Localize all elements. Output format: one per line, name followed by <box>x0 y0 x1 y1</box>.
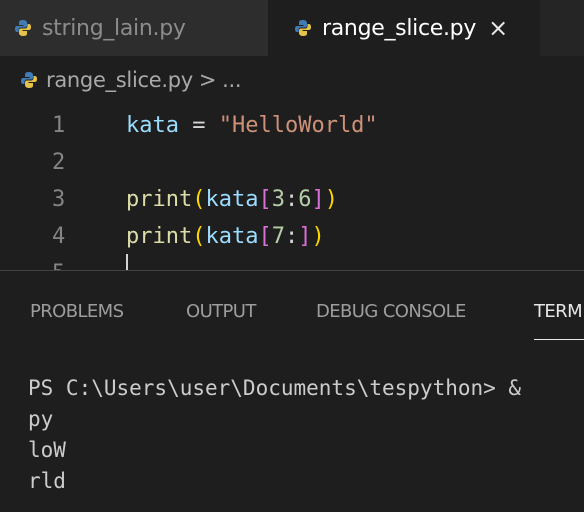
terminal-line: rld <box>28 469 66 493</box>
terminal-line: py <box>28 407 54 431</box>
code-line: 2 <box>0 143 584 183</box>
code-text: kata = "HelloWorld" <box>126 113 378 138</box>
active-tab-indicator <box>534 339 584 340</box>
tab-problems[interactable]: PROBLEMS <box>30 301 124 322</box>
code-line: 4 print(kata[7:]) <box>0 217 584 257</box>
tab-debug-console[interactable]: DEBUG CONSOLE <box>316 301 466 322</box>
python-icon <box>21 72 37 88</box>
tab-string-lain[interactable]: string_lain.py <box>0 0 268 56</box>
chevron-right-icon: > <box>198 68 217 92</box>
line-number: 4 <box>52 224 66 249</box>
breadcrumb-trail[interactable]: ... <box>222 68 241 92</box>
editor-tab-bar: string_lain.py range_slice.py × <box>0 0 584 56</box>
line-number: 2 <box>52 150 66 175</box>
terminal-line: PS C:\Users\user\Documents\tespython> & <box>28 376 522 400</box>
panel-tab-bar: PROBLEMS OUTPUT DEBUG CONSOLE TERM <box>0 271 584 355</box>
code-line: 1 kata = "HelloWorld" <box>0 106 584 146</box>
breadcrumb: range_slice.py > ... <box>20 62 242 98</box>
line-number: 3 <box>52 187 66 212</box>
tab-output[interactable]: OUTPUT <box>186 301 256 322</box>
code-text: print(kata[7:]) <box>126 224 325 249</box>
python-icon <box>15 20 31 36</box>
line-number: 5 <box>52 254 76 270</box>
code-text: print(kata[3:6]) <box>126 187 338 212</box>
tab-range-slice[interactable]: range_slice.py × <box>268 0 540 56</box>
close-icon[interactable]: × <box>488 14 508 42</box>
code-line: 3 print(kata[3:6]) <box>0 180 584 220</box>
bottom-panel: PROBLEMS OUTPUT DEBUG CONSOLE TERM PS C:… <box>0 271 584 512</box>
line-number: 1 <box>52 113 66 138</box>
terminal-line: loW <box>28 438 66 462</box>
python-icon <box>295 20 311 36</box>
tab-label: string_lain.py <box>42 15 186 41</box>
breadcrumb-file[interactable]: range_slice.py <box>46 68 193 92</box>
code-editor[interactable]: 1 kata = "HelloWorld" 2 3 print(kata[3:6… <box>0 104 584 270</box>
tab-label: range_slice.py <box>322 15 477 41</box>
terminal-output[interactable]: PS C:\Users\user\Documents\tespython> & … <box>28 373 584 497</box>
code-line: 5 <box>0 254 584 270</box>
tab-terminal[interactable]: TERM <box>534 301 583 322</box>
